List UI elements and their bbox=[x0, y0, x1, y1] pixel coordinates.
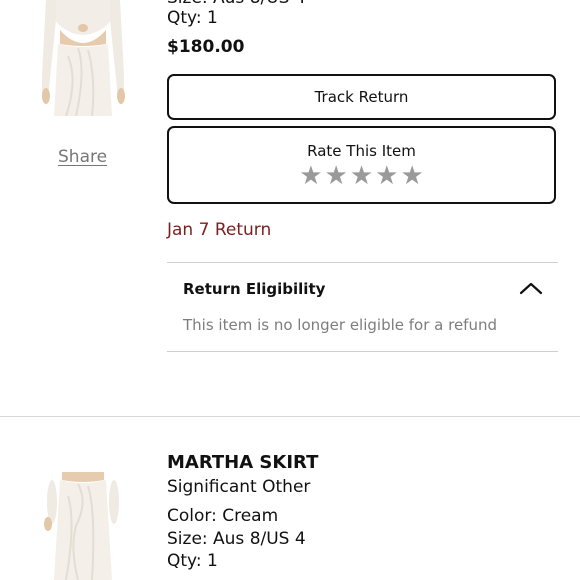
product-name[interactable]: MARTHA SKIRT bbox=[167, 453, 318, 473]
chevron-up-icon[interactable] bbox=[519, 280, 543, 296]
track-return-button[interactable]: Track Return bbox=[167, 74, 556, 120]
price-text: $180.00 bbox=[167, 37, 245, 57]
return-eligibility-toggle[interactable]: Return Eligibility bbox=[167, 272, 558, 308]
qty-text: Qty: 1 bbox=[167, 8, 218, 28]
product-image[interactable] bbox=[38, 0, 128, 116]
brand-name: Significant Other bbox=[167, 477, 311, 497]
star-icon[interactable]: ★ bbox=[299, 163, 322, 189]
star-icon[interactable]: ★ bbox=[375, 163, 398, 189]
divider bbox=[167, 262, 558, 263]
star-icon[interactable]: ★ bbox=[400, 163, 423, 189]
star-icon[interactable]: ★ bbox=[325, 163, 348, 189]
return-eligibility-title: Return Eligibility bbox=[183, 280, 326, 298]
item-separator bbox=[0, 416, 580, 417]
return-eligibility-message: This item is no longer eligible for a re… bbox=[183, 316, 497, 334]
star-icon[interactable]: ★ bbox=[350, 163, 373, 189]
size-text: Size: Aus 8/US 4 bbox=[167, 529, 306, 549]
color-text: Color: Cream bbox=[167, 506, 279, 526]
rating-stars[interactable]: ★ ★ ★ ★ ★ bbox=[299, 163, 424, 189]
return-date-text: Jan 7 Return bbox=[167, 220, 272, 240]
product-image[interactable] bbox=[38, 472, 128, 580]
rate-item-label: Rate This Item bbox=[307, 142, 416, 160]
share-link[interactable]: Share bbox=[58, 147, 107, 167]
qty-text: Qty: 1 bbox=[167, 551, 218, 571]
divider bbox=[167, 351, 558, 352]
track-return-label: Track Return bbox=[314, 88, 409, 106]
rate-item-button[interactable]: Rate This Item ★ ★ ★ ★ ★ bbox=[167, 126, 556, 204]
size-text: Size: Aus 8/US 4 bbox=[167, 0, 306, 8]
